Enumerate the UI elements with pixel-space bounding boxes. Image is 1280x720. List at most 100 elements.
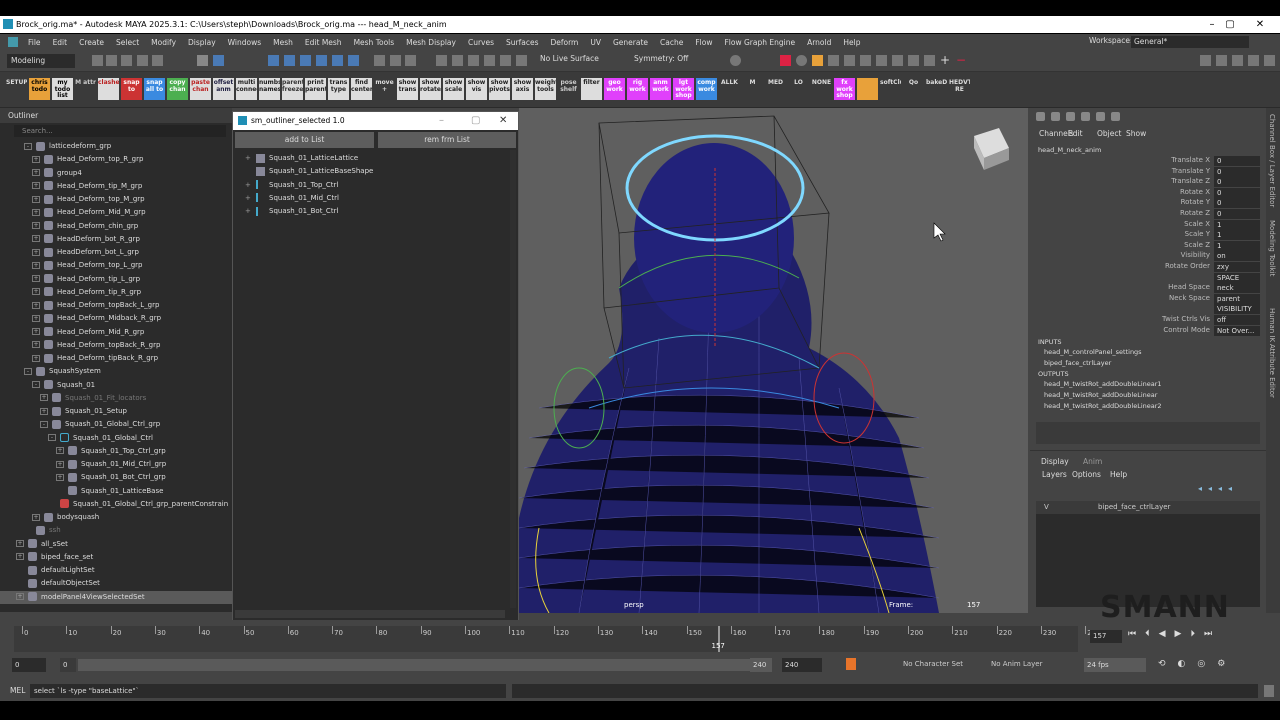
channel-value-field[interactable]: off: [1214, 315, 1260, 325]
outliner-row[interactable]: ssh: [0, 524, 232, 537]
channel-value-field[interactable]: 0: [1214, 209, 1260, 219]
splitter[interactable]: [1030, 450, 1266, 451]
channel-box-menu-object[interactable]: Object: [1097, 129, 1121, 138]
channel-value-field[interactable]: on: [1214, 251, 1260, 262]
channel-row[interactable]: Rotate X 0: [1030, 187, 1260, 199]
outliner-row[interactable]: + bodysquash: [0, 511, 232, 524]
symmetry-dropdown[interactable]: Symmetry: Off: [634, 54, 688, 63]
expand-toggle-icon[interactable]: +: [32, 155, 40, 163]
viewport-persp[interactable]: persp Frame: 157: [519, 108, 1028, 613]
ipr-icon[interactable]: [452, 55, 463, 66]
layer-menu-layers[interactable]: Layers: [1042, 470, 1067, 479]
output-node[interactable]: head_M_twistRot_addDoubleLinear2: [1044, 402, 1162, 410]
expand-toggle-icon[interactable]: +: [245, 205, 252, 218]
sm-outliner-row[interactable]: + Squash_01_LatticeLattice: [245, 152, 358, 165]
plus-icon[interactable]: +: [940, 54, 951, 66]
outliner-row[interactable]: + group4: [0, 167, 232, 180]
playback-controls[interactable]: ⏮⏴◀▶⏵⏭: [1128, 629, 1276, 643]
maximize-icon[interactable]: ▢: [471, 112, 480, 130]
shelf-button-weight-tools[interactable]: weight tools: [535, 78, 556, 100]
character-set-label[interactable]: No Character Set: [903, 660, 963, 668]
outliner-row[interactable]: Squash_01_LatticeBase: [0, 485, 232, 498]
outliner-row[interactable]: + Head_Deform_Mid_M_grp: [0, 206, 232, 219]
shelf-button-find-center[interactable]: find center: [351, 78, 372, 100]
channel-value-field[interactable]: neck: [1214, 283, 1260, 294]
grid-icon[interactable]: [892, 55, 903, 66]
expand-toggle-icon[interactable]: +: [32, 314, 40, 322]
expand-toggle-icon[interactable]: +: [32, 195, 40, 203]
shelf-button-numbs-names[interactable]: numbs names: [259, 78, 280, 100]
expand-toggle-icon[interactable]: +: [32, 169, 40, 176]
channel-row[interactable]: Head Space neck: [1030, 283, 1260, 294]
snap-point-icon[interactable]: [300, 55, 311, 66]
menu-mesh-tools[interactable]: Mesh Tools: [348, 38, 401, 47]
workspace-selector[interactable]: Workspace: General*: [1089, 36, 1259, 48]
side-tab-channel-box-layer-editor[interactable]: Channel Box / Layer Editor: [1268, 114, 1276, 207]
range-bar[interactable]: [78, 659, 770, 671]
menu-modify[interactable]: Modify: [145, 38, 182, 47]
unlock-icon[interactable]: [1081, 112, 1090, 121]
expand-toggle-icon[interactable]: +: [32, 235, 40, 243]
expand-toggle-icon[interactable]: +: [56, 460, 64, 468]
shelf-button-copy-chan[interactable]: copy chan: [167, 78, 188, 100]
outliner-row[interactable]: Squash_01_Global_Ctrl_grp_parentConstrai…: [0, 498, 232, 511]
channel-value-field[interactable]: 1: [1214, 219, 1260, 230]
channel-row[interactable]: Translate Y 0: [1030, 166, 1260, 178]
time-slider[interactable]: 0 10 20 30 40 50 60 70 80 90 100 110 120 130 140 150 160…: [0, 620, 1280, 654]
channel-row[interactable]: Rotate Order zxy: [1030, 262, 1260, 273]
auto-key-icon[interactable]: [846, 658, 856, 670]
time-slider-track[interactable]: 0 10 20 30 40 50 60 70 80 90 100 110 120 130 140 150 160…: [14, 626, 1101, 652]
shelf-button-show-rotate[interactable]: show rotate: [420, 78, 441, 100]
side-tab-modeling-toolkit[interactable]: Modeling Toolkit: [1268, 220, 1276, 276]
menu-windows[interactable]: Windows: [222, 38, 267, 47]
outliner-row[interactable]: + Head_Deform_Midback_R_grp: [0, 312, 232, 325]
expand-toggle-icon[interactable]: +: [32, 354, 40, 362]
outliner-row[interactable]: + Head_Deform_top_M_grp: [0, 193, 232, 206]
render-view-icon[interactable]: [516, 55, 527, 66]
anim-layer-label[interactable]: No Anim Layer: [991, 660, 1042, 668]
maximize-icon[interactable]: ▢: [1218, 16, 1242, 33]
outliner-row[interactable]: + HeadDeform_bot_L_grp: [0, 246, 232, 259]
shelf-button-parent-freeze[interactable]: parent freeze: [282, 78, 303, 100]
lock-icon[interactable]: [1066, 112, 1075, 121]
outliner-row[interactable]: + HeadDeform_bot_R_grp: [0, 233, 232, 246]
hypershade-icon[interactable]: [500, 55, 511, 66]
expand-toggle-icon[interactable]: +: [32, 248, 40, 256]
shelf-button-anm-work[interactable]: anm work: [650, 78, 671, 100]
shelf-button-med[interactable]: MED: [765, 78, 786, 100]
outliner-row[interactable]: + Squash_01_Mid_Ctrl_grp: [0, 458, 232, 471]
channel-value-field[interactable]: SPACE: [1214, 272, 1260, 283]
channel-value-field[interactable]: 0: [1214, 187, 1260, 198]
channel-row[interactable]: Scale X 1: [1030, 219, 1260, 231]
sm-outliner-row[interactable]: + Squash_01_Mid_Ctrl: [245, 192, 339, 205]
render-settings-icon[interactable]: [484, 55, 495, 66]
shelf-button-fx-work-shop[interactable]: fx work shop: [834, 78, 855, 100]
channel-box-menu-show[interactable]: Show: [1126, 129, 1146, 138]
shelf-button-offset-anm[interactable]: offset anm: [213, 78, 234, 100]
output-node[interactable]: head_M_twistRot_addDoubleLinear: [1044, 391, 1157, 399]
uv-icon[interactable]: [876, 55, 887, 66]
menu-uv[interactable]: UV: [584, 38, 607, 47]
menu-mesh[interactable]: Mesh: [267, 38, 299, 47]
snap-surface-icon[interactable]: [332, 55, 343, 66]
channel-row[interactable]: Visibility on: [1030, 251, 1260, 262]
menu-deform[interactable]: Deform: [544, 38, 584, 47]
outliner-row[interactable]: - Squash_01_Global_Ctrl: [0, 432, 232, 445]
undo-icon[interactable]: [137, 55, 148, 66]
outliner-row[interactable]: + Head_Deform_tipBack_R_grp: [0, 352, 232, 365]
fps-dropdown[interactable]: 24 fps: [1084, 658, 1146, 672]
shelf-button-rig-work[interactable]: rig work: [627, 78, 648, 100]
magnet-icon[interactable]: [405, 55, 416, 66]
expand-toggle-icon[interactable]: +: [16, 540, 24, 547]
shelf-button-setup[interactable]: SETUP: [6, 78, 27, 100]
vertex-icon[interactable]: [828, 55, 839, 66]
maya-logo-icon[interactable]: [8, 37, 18, 47]
expand-toggle-icon[interactable]: +: [40, 394, 48, 402]
menu-mesh-display[interactable]: Mesh Display: [400, 38, 462, 47]
shelf-button-none[interactable]: NONE: [811, 78, 832, 100]
construction-history-icon[interactable]: [436, 55, 447, 66]
shelf-button-lo[interactable]: LO: [788, 78, 809, 100]
side-tab-human-ik[interactable]: Human IK: [1268, 308, 1276, 342]
vertical-scrollbar[interactable]: [510, 150, 516, 608]
render-icon[interactable]: [468, 55, 479, 66]
